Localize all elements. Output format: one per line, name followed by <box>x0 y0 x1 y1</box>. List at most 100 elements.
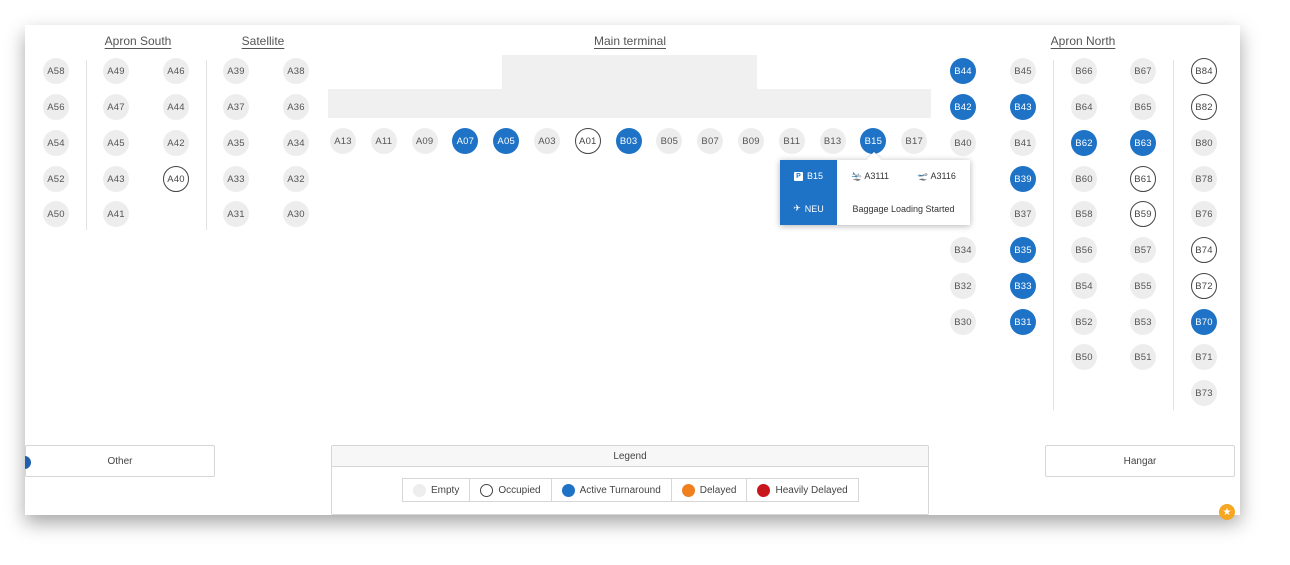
stand-a31[interactable]: A31 <box>223 201 249 227</box>
stand-a50[interactable]: A50 <box>43 201 69 227</box>
stand-a01[interactable]: A01 <box>574 128 601 154</box>
stand-a30[interactable]: A30 <box>283 201 309 227</box>
stand-b80[interactable]: B80 <box>1191 130 1217 156</box>
stand-b31[interactable]: B31 <box>1010 309 1036 335</box>
stand-b62[interactable]: B62 <box>1071 130 1097 156</box>
legend-label: Occupied <box>498 484 541 496</box>
stand-b65[interactable]: B65 <box>1130 94 1156 120</box>
stand-b71[interactable]: B71 <box>1191 344 1217 370</box>
stand-b61[interactable]: B61 <box>1130 166 1156 192</box>
stand-a34[interactable]: A34 <box>283 130 309 156</box>
stand-b33[interactable]: B33 <box>1010 273 1036 299</box>
stand-b55[interactable]: B55 <box>1130 273 1156 299</box>
stand-a47[interactable]: A47 <box>103 94 129 120</box>
stand-b73[interactable]: B73 <box>1191 380 1217 406</box>
stand-b11[interactable]: B11 <box>778 128 805 154</box>
settings-badge-icon[interactable]: ★ <box>1219 504 1235 520</box>
stand-b72[interactable]: B72 <box>1191 273 1217 299</box>
stand-a46[interactable]: A46 <box>163 58 189 84</box>
stand-b51[interactable]: B51 <box>1130 344 1156 370</box>
stand-a33[interactable]: A33 <box>223 166 249 192</box>
stand-b58[interactable]: B58 <box>1071 201 1097 227</box>
legend-label: Empty <box>431 484 460 496</box>
section-title-apron-north: Apron North <box>1050 34 1116 48</box>
terminal-building-lower <box>328 89 931 118</box>
stand-a39[interactable]: A39 <box>223 58 249 84</box>
stand-b17[interactable]: B17 <box>901 128 928 154</box>
hangar-button[interactable]: Hangar <box>1045 445 1235 477</box>
stand-a37[interactable]: A37 <box>223 94 249 120</box>
stand-a13[interactable]: A13 <box>330 128 356 154</box>
stand-b35[interactable]: B35 <box>1010 237 1036 263</box>
legend-swatch <box>480 483 494 497</box>
stand-b34[interactable]: B34 <box>950 237 976 263</box>
stand-b60[interactable]: B60 <box>1071 166 1097 192</box>
stand-b63[interactable]: B63 <box>1130 130 1156 156</box>
stand-b42[interactable]: B42 <box>950 94 976 120</box>
stand-b84[interactable]: B84 <box>1191 58 1217 84</box>
stand-b54[interactable]: B54 <box>1071 273 1097 299</box>
stand-b40[interactable]: B40 <box>950 130 976 156</box>
stand-b66[interactable]: B66 <box>1071 58 1097 84</box>
stand-a42[interactable]: A42 <box>163 130 189 156</box>
stand-b30[interactable]: B30 <box>950 309 976 335</box>
stand-b74[interactable]: B74 <box>1191 237 1217 263</box>
stand-b59[interactable]: B59 <box>1130 201 1156 227</box>
stand-b56[interactable]: B56 <box>1071 237 1097 263</box>
stand-a58[interactable]: A58 <box>43 58 69 84</box>
divider <box>1053 60 1054 410</box>
legend-item-delayed: Delayed <box>672 479 748 501</box>
legend-label: Heavily Delayed <box>775 484 848 496</box>
stand-b07[interactable]: B07 <box>697 128 724 154</box>
stand-b39[interactable]: B39 <box>1010 166 1036 192</box>
parking-icon: P <box>793 171 803 181</box>
stand-b57[interactable]: B57 <box>1130 237 1156 263</box>
stand-b45[interactable]: B45 <box>1010 58 1036 84</box>
stand-a52[interactable]: A52 <box>43 166 69 192</box>
stand-b13[interactable]: B13 <box>819 128 846 154</box>
stand-a54[interactable]: A54 <box>43 130 69 156</box>
stand-a49[interactable]: A49 <box>103 58 129 84</box>
stand-a56[interactable]: A56 <box>43 94 69 120</box>
other-button[interactable]: Other <box>25 445 215 477</box>
stand-b64[interactable]: B64 <box>1071 94 1097 120</box>
stand-b70[interactable]: B70 <box>1191 309 1217 335</box>
divider <box>1173 60 1174 410</box>
legend: Legend Empty Occupied Active Turnaround … <box>331 445 929 515</box>
stand-a11[interactable]: A11 <box>370 128 397 154</box>
stand-b32[interactable]: B32 <box>950 273 976 299</box>
stand-a45[interactable]: A45 <box>103 130 129 156</box>
stand-b44[interactable]: B44 <box>950 58 976 84</box>
stand-a43[interactable]: A43 <box>103 166 129 192</box>
legend-items: Empty Occupied Active Turnaround Delayed… <box>402 478 859 502</box>
stand-details-popup[interactable]: P B15 ✈ NEU 🛬 A3111 🛫 A3116 Baggage Load… <box>780 160 970 225</box>
stand-b78[interactable]: B78 <box>1191 166 1217 192</box>
stand-b03[interactable]: B03 <box>615 128 642 154</box>
divider <box>86 60 87 230</box>
stand-b41[interactable]: B41 <box>1010 130 1036 156</box>
legend-swatch <box>413 483 426 497</box>
stand-a09[interactable]: A09 <box>411 128 438 154</box>
stand-b76[interactable]: B76 <box>1191 201 1217 227</box>
stand-a32[interactable]: A32 <box>283 166 309 192</box>
stand-b37[interactable]: B37 <box>1010 201 1036 227</box>
stand-b82[interactable]: B82 <box>1191 94 1217 120</box>
stand-a38[interactable]: A38 <box>283 58 309 84</box>
stand-a40[interactable]: A40 <box>163 166 189 192</box>
stand-b50[interactable]: B50 <box>1071 344 1097 370</box>
stand-a35[interactable]: A35 <box>223 130 249 156</box>
popup-stand-label: B15 <box>806 171 823 182</box>
stand-b52[interactable]: B52 <box>1071 309 1097 335</box>
stand-a05[interactable]: A05 <box>493 128 520 154</box>
stand-b53[interactable]: B53 <box>1130 309 1156 335</box>
stand-b05[interactable]: B05 <box>656 128 683 154</box>
stand-a44[interactable]: A44 <box>163 94 189 120</box>
stand-a41[interactable]: A41 <box>103 201 129 227</box>
stand-b43[interactable]: B43 <box>1010 94 1036 120</box>
stand-a36[interactable]: A36 <box>283 94 309 120</box>
stand-b67[interactable]: B67 <box>1130 58 1156 84</box>
stand-b15[interactable]: B15 <box>860 128 887 154</box>
stand-b09[interactable]: B09 <box>738 128 764 154</box>
stand-a03[interactable]: A03 <box>534 128 560 154</box>
stand-a07[interactable]: A07 <box>452 128 479 154</box>
